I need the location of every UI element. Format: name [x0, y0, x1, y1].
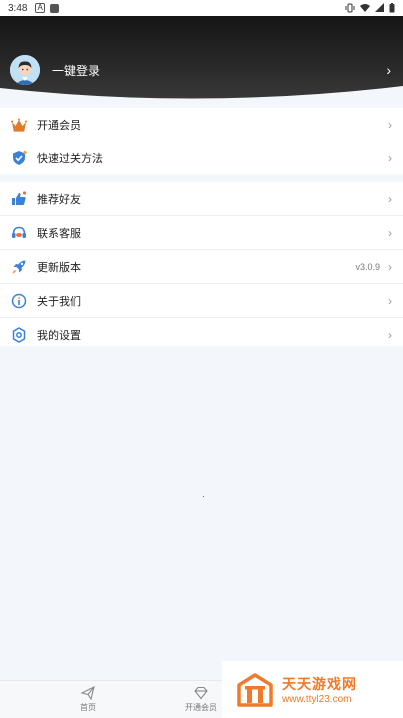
notification-a-icon: A	[35, 3, 45, 13]
menu-item-recommend-friends[interactable]: 推荐好友 ›	[0, 182, 403, 215]
menu-item-vip-label: 开通会员	[37, 119, 81, 132]
menu-item-update-version-label: 更新版本	[37, 261, 81, 274]
tab-vip-label: 开通会员	[185, 703, 217, 712]
header-curve	[0, 86, 403, 102]
profile-header: 一键登录 ›	[0, 16, 403, 102]
watermark-logo	[237, 672, 273, 707]
chevron-right-icon: ›	[388, 117, 392, 132]
paper-plane-icon	[80, 685, 95, 701]
menu-item-about-us[interactable]: 关于我们 ›	[0, 284, 403, 317]
settings-gear-icon	[10, 326, 27, 343]
chevron-right-icon: ›	[388, 150, 392, 165]
menu-group-2: 推荐好友 › 联系客服 › 更新版本 v3.0.9 › 关于我们 › 我的设置	[0, 182, 403, 346]
chevron-right-icon: ›	[388, 293, 392, 308]
thumbs-up-icon	[10, 190, 27, 207]
cell-signal-icon	[375, 3, 384, 12]
menu-item-recommend-friends-label: 推荐好友	[37, 193, 81, 206]
status-time: 3:48	[8, 2, 28, 14]
menu-item-my-settings[interactable]: 我的设置 ›	[0, 318, 403, 351]
menu-item-customer-service[interactable]: 联系客服 ›	[0, 216, 403, 249]
tab-home[interactable]: 首页	[58, 685, 118, 713]
notification-square-icon	[49, 3, 59, 13]
wifi-icon	[360, 4, 370, 12]
diamond-icon	[194, 686, 208, 700]
menu-item-about-us-label: 关于我们	[37, 295, 81, 308]
menu-item-update-version[interactable]: 更新版本 v3.0.9 ›	[0, 250, 403, 283]
chevron-right-icon: ›	[388, 259, 392, 274]
menu-group-1: 开通会员 › 快速过关方法 ›	[0, 108, 403, 174]
battery-icon	[389, 3, 395, 13]
chevron-right-icon: ›	[388, 225, 392, 240]
info-icon	[10, 292, 27, 309]
status-bar: 3:48 A	[0, 0, 403, 16]
loading-indicator	[203, 496, 204, 497]
menu-item-my-settings-label: 我的设置	[37, 329, 81, 342]
tab-home-label: 首页	[80, 703, 96, 712]
chevron-right-icon: ›	[388, 327, 392, 342]
watermark-url: www.ttyl23.com	[282, 694, 352, 705]
vibrate-icon	[345, 3, 355, 13]
watermark-title: 天天游戏网	[282, 676, 357, 692]
site-watermark: 天天游戏网 www.ttyl23.com	[222, 661, 403, 718]
menu-item-fast-pass-label: 快速过关方法	[37, 152, 103, 165]
chevron-right-icon: ›	[386, 62, 391, 78]
shield-check-icon	[10, 149, 27, 166]
one-click-login-label: 一键登录	[52, 63, 101, 78]
version-text: v3.0.9	[355, 261, 380, 272]
rocket-icon	[10, 258, 27, 275]
chevron-right-icon: ›	[388, 191, 392, 206]
headset-icon	[10, 224, 27, 241]
crown-icon	[10, 116, 27, 133]
menu-item-fast-pass[interactable]: 快速过关方法 ›	[0, 141, 403, 174]
menu-item-vip[interactable]: 开通会员 ›	[0, 108, 403, 141]
menu-item-customer-service-label: 联系客服	[37, 227, 81, 240]
